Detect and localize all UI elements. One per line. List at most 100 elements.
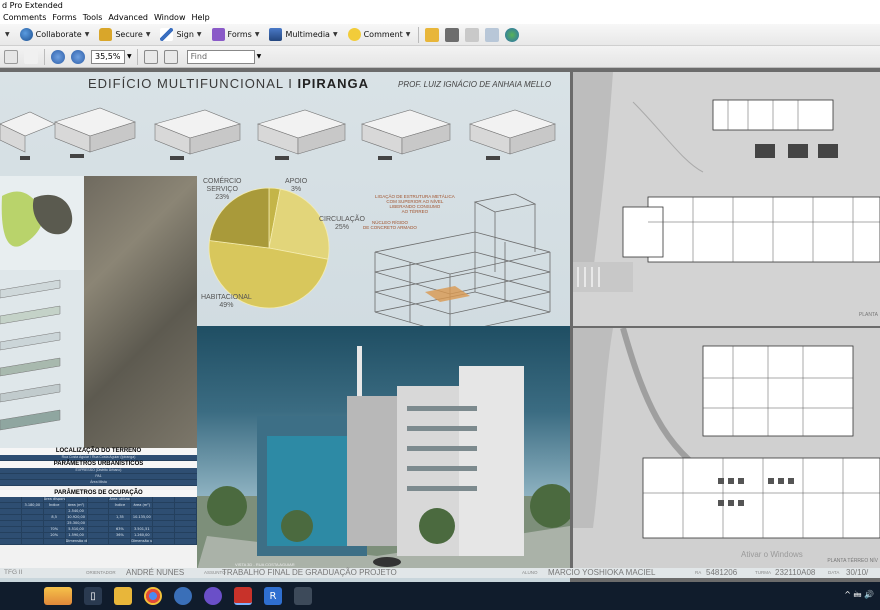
location-map-graphic (1, 191, 73, 247)
email-icon[interactable] (485, 27, 500, 42)
save-icon[interactable] (465, 27, 480, 42)
chrome-icon[interactable] (144, 587, 162, 605)
film-icon (269, 28, 283, 41)
menu-help[interactable]: Help (188, 12, 212, 24)
web-globe-icon[interactable] (505, 27, 520, 42)
footer-advisor-name: ANDRÉ NUNES (126, 568, 185, 577)
upper-plan-label: PLANTA (858, 312, 878, 318)
structure-note-a: LIGAÇÃO DE ESTRUTURA METÁLICA COM SUPERI… (375, 194, 455, 214)
system-tray[interactable]: ^ 🖮 🔊 (844, 582, 874, 610)
sign-label: Sign (176, 30, 194, 39)
floor-plan-upper: PLANTA (573, 72, 880, 326)
menu-forms[interactable]: Forms (49, 12, 79, 24)
zoom-dropdown-caret[interactable]: ▼ (127, 53, 132, 60)
occupation-cell: Dimensão disponível (m) (65, 539, 88, 545)
urban-row-3: Área Mista (0, 480, 197, 486)
chevron-down-icon: ▼ (332, 31, 338, 38)
find-dropdown-caret[interactable]: ▼ (257, 53, 262, 60)
menu-window[interactable]: Window (151, 12, 189, 24)
widgets-icon[interactable] (44, 587, 72, 605)
toolbar-overflow-caret[interactable]: ▼ (0, 26, 15, 44)
floor-plan-ground: Ativar o Windows PLANTA TÉRREO NÍV (573, 328, 880, 568)
lock-icon (99, 28, 113, 41)
collaborate-icon (19, 28, 33, 41)
app-icon-purple[interactable] (204, 587, 222, 605)
open-folder-icon[interactable] (425, 27, 440, 42)
location-table-title: LOCALIZAÇÃO DO TERRENO (0, 448, 197, 455)
parameters-tables: LOCALIZAÇÃO DO TERRENO Rua Costa Aguiar … (0, 448, 197, 572)
pie-label-apoio: APOIO 3% (285, 178, 308, 193)
footer-class: 232110A08 (775, 568, 816, 577)
chevron-down-icon: ▼ (254, 31, 260, 38)
occupation-cell (87, 539, 110, 545)
toolbar-separator (44, 48, 45, 65)
iso-diagram-1 (0, 111, 56, 153)
toolbar-separator (136, 48, 138, 65)
secure-button[interactable]: Secure ▼ (94, 26, 155, 44)
app-icon-r[interactable]: R (264, 587, 282, 605)
multimedia-button[interactable]: Multimedia ▼ (264, 26, 342, 44)
footer-student-label: ALUNO (522, 570, 538, 575)
comment-label: Comment (363, 30, 403, 39)
find-input[interactable]: Find (186, 49, 255, 64)
comment-button[interactable]: Comment ▼ (343, 26, 416, 44)
area-distribution-pie-chart: APOIO 3% CIRCULAÇÃO 25% HABITACIONAL 49%… (197, 176, 365, 326)
fit-page-icon[interactable] (143, 49, 158, 64)
floor-stack-diagram (0, 270, 84, 448)
zoom-level-field[interactable]: 35,5% (91, 49, 125, 64)
title-bar: d Pro Extended (0, 0, 880, 12)
file-explorer-icon[interactable] (114, 587, 132, 605)
app-window: d Pro Extended Comments Forms Tools Adva… (0, 0, 880, 610)
footer-date-label: DATA (828, 570, 840, 575)
secure-label: Secure (115, 30, 143, 39)
aerial-photo (84, 176, 197, 448)
chevron-down-icon: ▼ (196, 31, 202, 38)
acrobat-icon[interactable] (234, 587, 252, 605)
activation-watermark: Ativar o Windows (741, 550, 803, 559)
document-viewport[interactable]: EDIFÍCIO MULTIFUNCIONAL I IPIRANGA PROF.… (0, 68, 880, 582)
window-title: d Pro Extended (2, 1, 63, 10)
iso-diagram-3 (154, 109, 241, 155)
occupation-cell (109, 539, 132, 545)
board-title: EDIFÍCIO MULTIFUNCIONAL I IPIRANGA (88, 76, 370, 91)
occupation-cell (175, 539, 197, 545)
occupation-cell (153, 539, 176, 545)
isometric-diagram-row (0, 107, 556, 160)
zoom-out-icon[interactable] (51, 49, 65, 64)
hand-tool-icon[interactable] (4, 49, 18, 64)
app-icon-blue[interactable] (174, 587, 192, 605)
occupation-table: Área disponívelÁrea utilizada no projeto… (0, 497, 197, 545)
footer-student-name: MARCIO YOSHIOKA MACIEL (548, 568, 656, 577)
occupation-cell (21, 539, 44, 545)
menu-comments[interactable]: Comments (0, 12, 49, 24)
presentation-board: EDIFÍCIO MULTIFUNCIONAL I IPIRANGA PROF.… (0, 72, 570, 582)
collaborate-button[interactable]: Collaborate ▼ (15, 26, 95, 44)
footer-course: TFG II (4, 569, 23, 576)
forms-label: Forms (227, 30, 252, 39)
menu-bar: Comments Forms Tools Advanced Window Hel… (0, 12, 880, 24)
chevron-down-icon: ▼ (145, 31, 151, 38)
task-toolbar: ▼ Collaborate ▼ Secure ▼ Sign ▼ Forms ▼ … (0, 24, 880, 46)
print-icon[interactable] (445, 27, 460, 42)
toolbar-separator (418, 26, 420, 43)
iso-diagram-5 (361, 109, 451, 155)
forms-button[interactable]: Forms ▼ (207, 26, 265, 44)
select-tool-icon[interactable] (24, 49, 38, 64)
windows-taskbar: ▯ R ^ 🖮 🔊 (0, 582, 880, 610)
board-footer: TFG II ORIENTADOR ANDRÉ NUNES ASSUNTO TR… (0, 568, 880, 578)
building-render: VISTA 3D - RUA COSTA AGUIAR (197, 326, 570, 570)
fit-width-icon[interactable] (163, 49, 178, 64)
calculator-icon[interactable] (294, 587, 312, 605)
multimedia-label: Multimedia (285, 30, 330, 39)
zoom-in-icon[interactable] (71, 49, 85, 64)
task-view-icon[interactable]: ▯ (84, 587, 102, 605)
speech-bubble-icon (347, 28, 361, 41)
sign-button[interactable]: Sign ▼ (155, 26, 206, 44)
board-professor: PROF. LUIZ IGNÁCIO DE ANHAIA MELLO (398, 80, 552, 89)
menu-tools[interactable]: Tools (80, 12, 106, 24)
menu-advanced[interactable]: Advanced (105, 12, 151, 24)
occupation-cell (43, 539, 66, 545)
chevron-down-icon: ▼ (405, 31, 411, 38)
iso-diagram-6 (469, 109, 556, 155)
chevron-down-icon: ▼ (84, 31, 90, 38)
